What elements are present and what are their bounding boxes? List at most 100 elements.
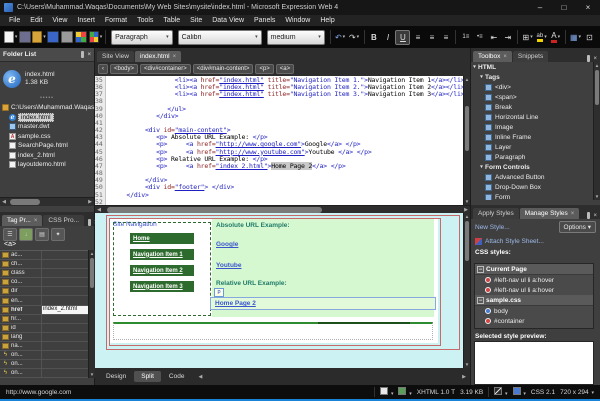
- tab-snippets[interactable]: Snippets: [513, 51, 548, 62]
- breadcrumb-item[interactable]: <p>: [255, 64, 273, 74]
- pin-icon[interactable]: [81, 51, 84, 58]
- undo-button[interactable]: ↶▾: [334, 30, 347, 45]
- new-style-link[interactable]: New Style...: [475, 224, 510, 231]
- font-color-button[interactable]: A▾: [549, 30, 562, 45]
- view-tab-design[interactable]: Design: [99, 371, 133, 382]
- show-set-properties-button[interactable]: ▤: [35, 228, 49, 241]
- bold-button[interactable]: B: [367, 30, 380, 45]
- menu-table[interactable]: Table: [158, 17, 185, 24]
- tag-properties-vscrollbar[interactable]: ▲ ▼: [88, 250, 95, 378]
- tag-property-row[interactable]: ϟon...: [0, 351, 88, 360]
- pin-icon[interactable]: [88, 219, 91, 226]
- nav-button-navigation-item-1[interactable]: Navigation Item 1: [130, 249, 194, 260]
- status-css-version[interactable]: CSS 2.1: [531, 389, 555, 396]
- code-view[interactable]: 353637383940414243444546474849505152 <li…: [95, 76, 463, 205]
- bullet-list-button[interactable]: •≡: [473, 30, 486, 45]
- borders-button[interactable]: ⊞▾: [521, 30, 534, 45]
- file-item-layoutdemo.html[interactable]: layoutdemo.html: [0, 160, 94, 170]
- property-value[interactable]: [41, 251, 88, 259]
- tab-css-properties[interactable]: CSS Pro...: [43, 215, 84, 226]
- tag-property-row[interactable]: ϟon...: [0, 369, 88, 378]
- property-value[interactable]: [41, 269, 88, 277]
- style-rule-item[interactable]: #left-nav ul li a:hover: [475, 285, 593, 295]
- tab-tag-properties[interactable]: Tag Pr...×: [2, 215, 42, 226]
- youtube-link[interactable]: Youtube: [216, 262, 242, 269]
- compatibility-button[interactable]: ▾: [398, 387, 411, 397]
- close-panel-icon[interactable]: ×: [87, 52, 91, 58]
- menu-site[interactable]: Site: [185, 17, 207, 24]
- attach-style-sheet-link[interactable]: Attach Style Sheet...: [471, 235, 600, 247]
- tag-property-row[interactable]: hrefindex_2.html: [0, 306, 88, 315]
- collapse-icon[interactable]: −: [477, 297, 484, 304]
- increase-indent-button[interactable]: ⇥: [501, 30, 514, 45]
- file-item-sample.css[interactable]: Asample.css: [0, 132, 94, 142]
- style-dropdown[interactable]: Paragraph▾: [111, 30, 173, 45]
- preview-browser-button[interactable]: [75, 30, 88, 45]
- breadcrumb-scroll-icon[interactable]: ‹: [98, 64, 108, 74]
- selected-element-box[interactable]: Home Page 2: [210, 297, 436, 310]
- breadcrumb-item[interactable]: <a>: [276, 64, 294, 74]
- font-dropdown[interactable]: Calibri▾: [178, 30, 262, 45]
- maximize-button[interactable]: □: [552, 0, 576, 15]
- breadcrumb-item[interactable]: <div#container>: [140, 64, 191, 74]
- breadcrumb-item[interactable]: <div#main-content>: [193, 64, 254, 74]
- property-value[interactable]: index_2.html: [41, 306, 88, 314]
- tag-property-row[interactable]: en...: [0, 296, 88, 305]
- tag-property-row[interactable]: hr...: [0, 315, 88, 324]
- toolbox-item-inline-frame[interactable]: Inline Frame: [471, 132, 593, 142]
- toolbox-item-image[interactable]: Image: [471, 122, 593, 132]
- summary-button[interactable]: ✦: [51, 228, 65, 241]
- menu-panels[interactable]: Panels: [249, 17, 280, 24]
- align-left-button[interactable]: ≡: [411, 30, 424, 45]
- toolbox-vscrollbar[interactable]: ▲ ▼: [593, 62, 600, 200]
- view-tab-code[interactable]: Code: [162, 371, 192, 382]
- menu-format[interactable]: Format: [100, 17, 132, 24]
- view-tab-split[interactable]: Split: [134, 371, 161, 382]
- nav-button-navigation-item-3[interactable]: Navigation Item 3: [130, 281, 194, 292]
- close-panel-icon[interactable]: ×: [593, 213, 597, 219]
- menu-data-view[interactable]: Data View: [207, 17, 249, 24]
- toolbox-item-horizontal-line[interactable]: Horizontal Line: [471, 112, 593, 122]
- property-value[interactable]: [41, 260, 88, 268]
- style-rule-item[interactable]: #header: [475, 326, 593, 329]
- tab-manage-styles[interactable]: Manage Styles×: [520, 208, 580, 219]
- redo-button[interactable]: ↷▾: [348, 30, 361, 45]
- scroll-left-icon[interactable]: ◀: [198, 374, 202, 380]
- design-vscrollbar[interactable]: ▲ ▼: [463, 213, 470, 368]
- property-value[interactable]: [41, 296, 88, 304]
- style-rule-item[interactable]: body: [475, 306, 593, 316]
- align-right-button[interactable]: ≡: [439, 30, 452, 45]
- minimize-button[interactable]: –: [528, 0, 552, 15]
- cell-formatting-button[interactable]: ⊡: [583, 30, 596, 45]
- menu-tools[interactable]: Tools: [132, 17, 158, 24]
- tab-apply-styles[interactable]: Apply Styles: [473, 208, 519, 219]
- code-vscrollbar[interactable]: ▲ ▼: [463, 76, 470, 205]
- open-site-button[interactable]: [18, 30, 31, 45]
- google-link[interactable]: Google: [216, 241, 238, 248]
- menu-help[interactable]: Help: [315, 17, 339, 24]
- toolbox-item--span-[interactable]: <span>: [471, 92, 593, 102]
- property-value[interactable]: [41, 351, 88, 359]
- tag-property-row[interactable]: ch...: [0, 260, 88, 269]
- menu-window[interactable]: Window: [280, 17, 315, 24]
- nav-button-home[interactable]: Home: [130, 233, 194, 244]
- toolbox-item-paragraph[interactable]: Paragraph: [471, 152, 593, 162]
- options-button[interactable]: Options ▾: [559, 221, 596, 233]
- new-document-button[interactable]: ▾: [4, 30, 17, 45]
- decrease-indent-button[interactable]: ⇤: [487, 30, 500, 45]
- home-page-2-link[interactable]: Home Page 2: [215, 300, 256, 307]
- menu-insert[interactable]: Insert: [72, 17, 100, 24]
- footer-zone[interactable]: [113, 322, 433, 340]
- open-file-button[interactable]: ▾: [32, 30, 45, 45]
- property-value[interactable]: [41, 333, 88, 341]
- p-tag-marker[interactable]: p: [214, 288, 224, 297]
- tab-site-view[interactable]: Site View: [97, 51, 134, 62]
- align-center-button[interactable]: ≡: [425, 30, 438, 45]
- highlight-button[interactable]: ab▾: [535, 30, 548, 45]
- property-value[interactable]: [41, 342, 88, 350]
- collapse-icon[interactable]: −: [477, 266, 484, 273]
- file-item-SearchPage.html[interactable]: SearchPage.html: [0, 141, 94, 151]
- tab-index-html[interactable]: index.html×: [135, 51, 181, 62]
- save-button[interactable]: [47, 30, 60, 45]
- toolbox-item-drop-down-box[interactable]: Drop-Down Box: [471, 182, 593, 192]
